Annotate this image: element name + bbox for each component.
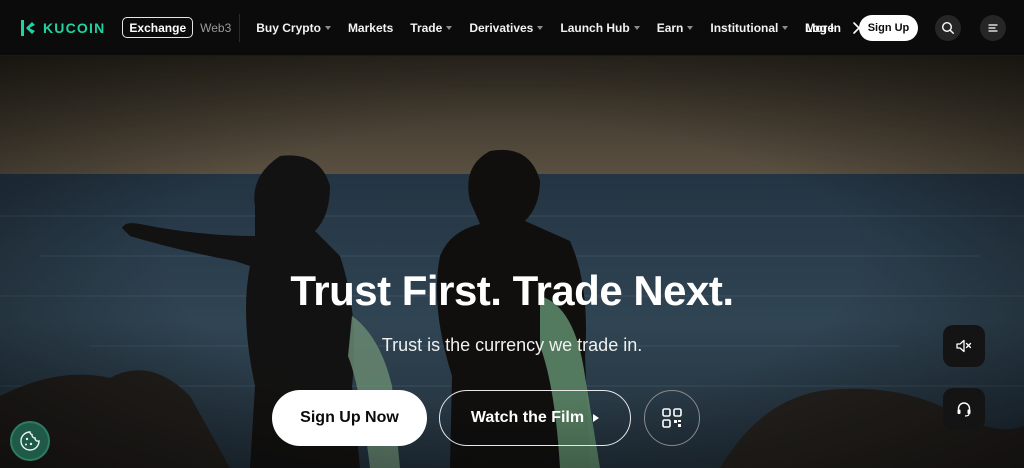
kucoin-logo-icon: [21, 19, 35, 36]
caret-down-icon: [782, 25, 789, 30]
nav-item-label: Institutional: [710, 20, 779, 35]
mode-web3-tab[interactable]: Web3: [200, 21, 231, 35]
brand-name: KUCOIN: [43, 19, 106, 36]
mute-button[interactable]: [943, 325, 985, 367]
menu-icon: [988, 24, 998, 32]
cookie-settings-button[interactable]: [10, 421, 50, 461]
signup-button[interactable]: Sign Up: [859, 15, 918, 41]
nav-item-markets[interactable]: Markets: [348, 21, 393, 35]
nav-item-launch-hub[interactable]: Launch Hub: [560, 20, 640, 35]
hero-subtitle: Trust is the currency we trade in.: [381, 335, 643, 355]
main-menu: Buy Crypto Markets Trade Derivatives Lau…: [256, 21, 863, 35]
qr-code-icon: [662, 408, 682, 428]
nav-item-label: Markets: [347, 20, 394, 35]
nav-item-buy-crypto[interactable]: Buy Crypto: [256, 21, 331, 35]
speaker-muted-icon: [956, 339, 972, 353]
watch-film-label: Watch the Film: [470, 409, 585, 426]
exchange-web3-switch: Exchange Web3: [122, 17, 239, 39]
caret-down-icon: [633, 25, 640, 30]
nav-item-label: Buy Crypto: [256, 20, 321, 35]
kucoin-logo[interactable]: KUCOIN: [18, 18, 105, 38]
qr-download-button[interactable]: [644, 390, 700, 446]
nav-item-label: Trade: [410, 20, 443, 35]
caret-down-icon: [446, 25, 453, 30]
watch-film-button[interactable]: Watch the Film: [439, 390, 631, 446]
caret-down-icon: [324, 25, 331, 30]
caret-down-icon: [687, 25, 694, 30]
nav-item-label: Launch Hub: [560, 20, 630, 35]
search-icon: [941, 21, 954, 34]
signup-now-button[interactable]: Sign Up Now: [272, 390, 427, 446]
hero-section: Trust First. Trade Next. Trust is the cu…: [0, 56, 1024, 468]
menu-button[interactable]: [980, 15, 1006, 41]
nav-item-earn[interactable]: Earn: [657, 21, 694, 35]
top-navigation: KUCOIN Exchange Web3 Buy Crypto Markets …: [0, 0, 1024, 56]
nav-item-label: Derivatives: [469, 20, 534, 35]
cookie-icon: [20, 431, 40, 451]
play-icon: [593, 414, 600, 422]
caret-down-icon: [537, 25, 544, 30]
login-link[interactable]: Log In: [805, 21, 841, 35]
nav-item-derivatives[interactable]: Derivatives: [469, 20, 544, 35]
nav-divider: [239, 13, 241, 42]
search-button[interactable]: [935, 15, 961, 41]
headset-icon: [957, 402, 971, 417]
nav-item-trade[interactable]: Trade: [410, 20, 453, 35]
nav-actions: Log In Sign Up: [805, 0, 1024, 56]
support-button[interactable]: [943, 388, 985, 430]
nav-item-institutional[interactable]: Institutional: [710, 20, 789, 35]
hero-title: Trust First. Trade Next.: [290, 267, 734, 314]
nav-item-label: Earn: [656, 20, 684, 35]
mode-exchange-tab[interactable]: Exchange: [122, 17, 194, 38]
